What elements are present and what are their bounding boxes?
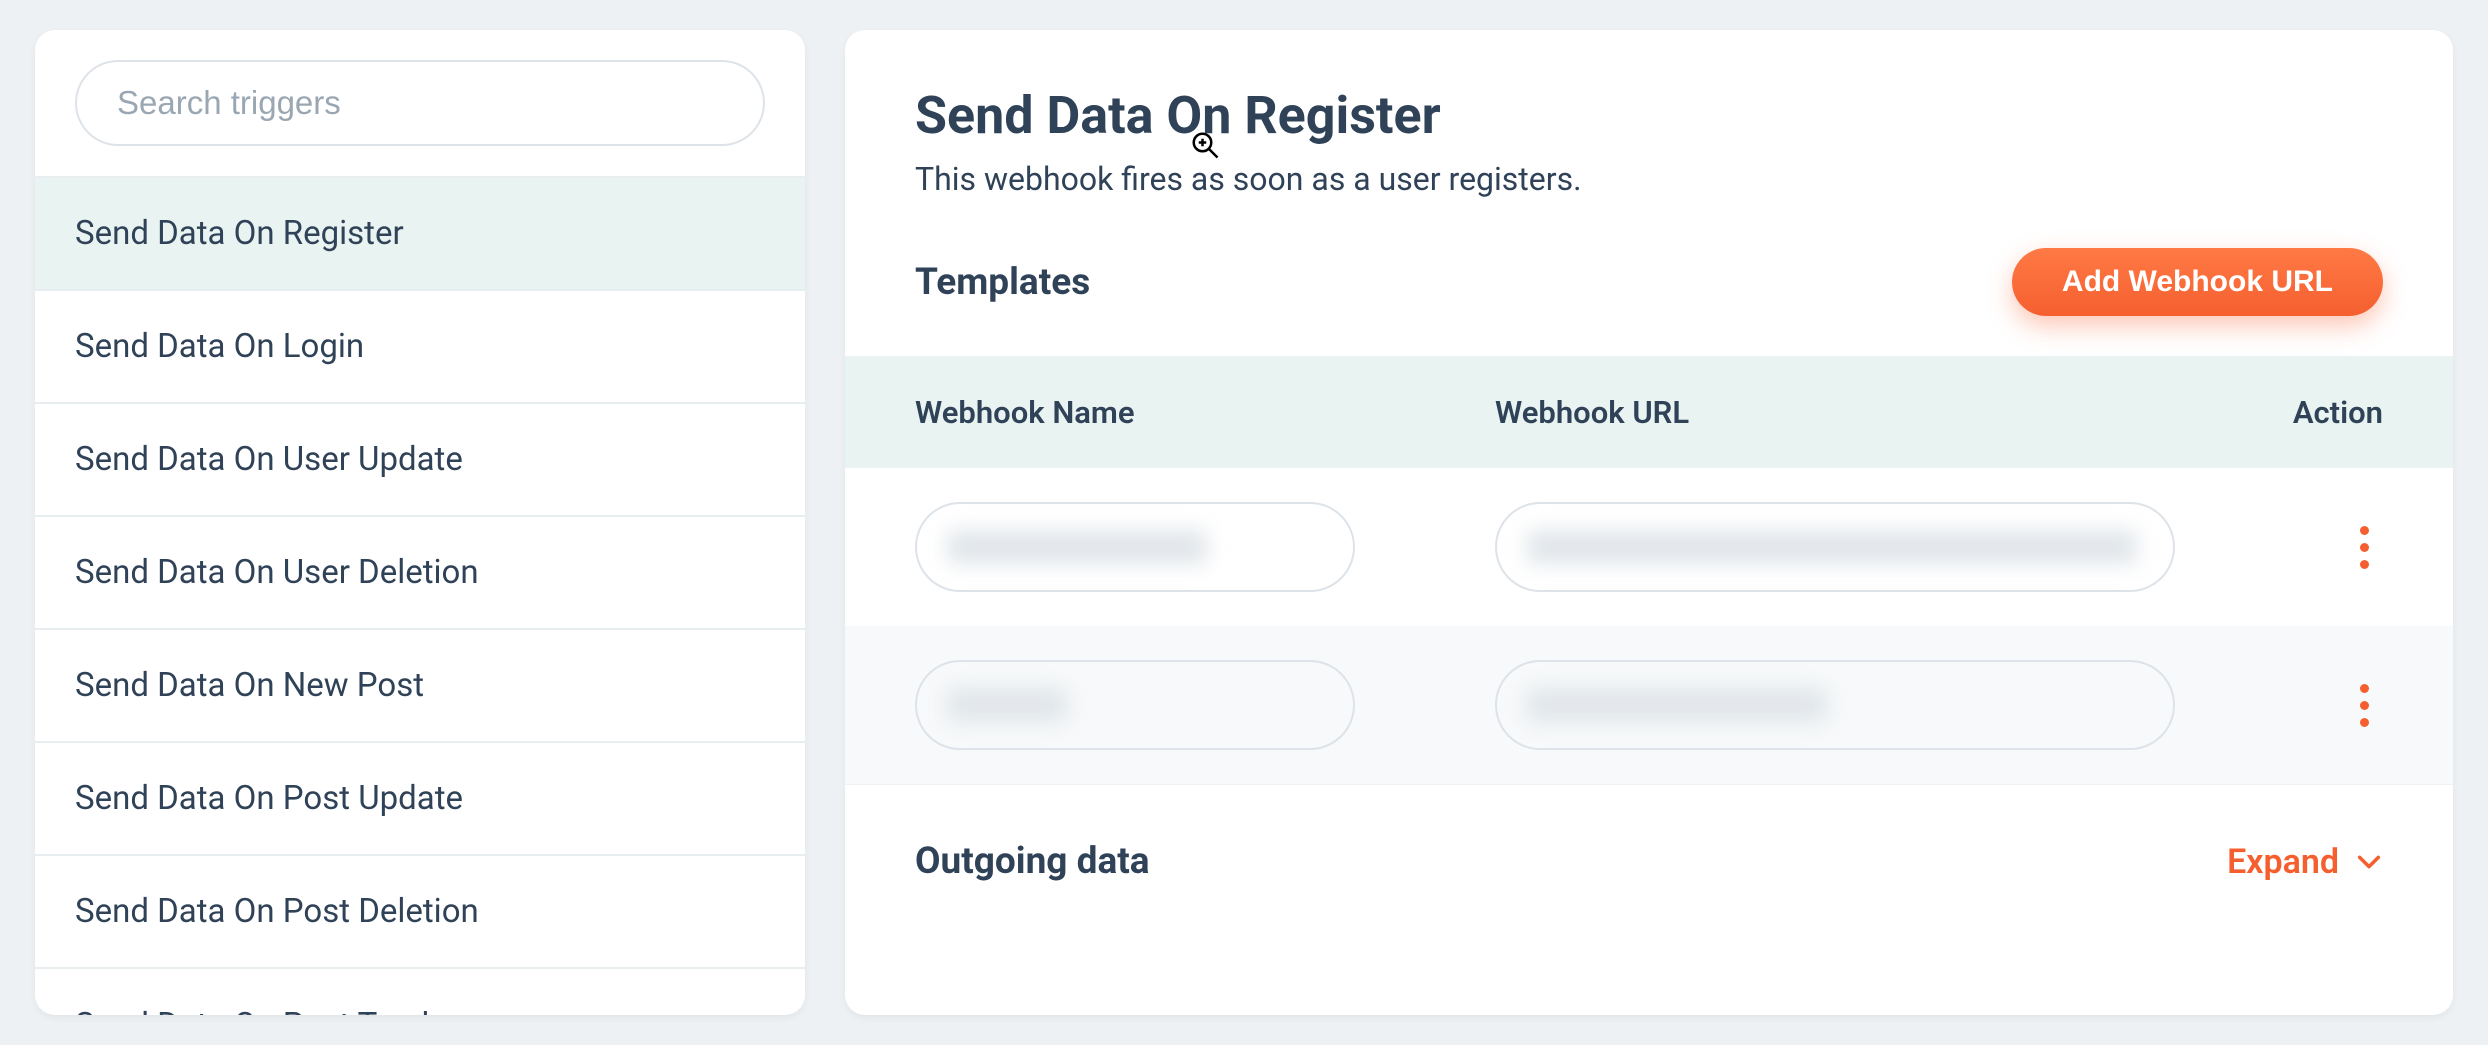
- trigger-item-post-trash[interactable]: Send Data On Post Trash: [35, 969, 805, 1015]
- trigger-label: Send Data On Post Deletion: [75, 892, 479, 931]
- trigger-item-register[interactable]: Send Data On Register: [35, 178, 805, 291]
- trigger-label: Send Data On User Update: [75, 440, 463, 479]
- chevron-down-icon: [2355, 848, 2383, 876]
- webhook-url-input[interactable]: [1495, 660, 2175, 750]
- row-actions-menu[interactable]: [2350, 674, 2379, 737]
- expand-button[interactable]: Expand: [2227, 842, 2383, 882]
- add-webhook-button[interactable]: Add Webhook URL: [2012, 248, 2383, 316]
- expand-label: Expand: [2227, 842, 2339, 882]
- page-title: Send Data On Register: [915, 85, 2383, 146]
- dots-icon: [2360, 543, 2369, 552]
- cell-action: [2223, 674, 2383, 737]
- trigger-label: Send Data On Register: [75, 214, 404, 253]
- cell-url: [1495, 660, 2223, 750]
- dots-icon: [2360, 526, 2369, 535]
- dots-icon: [2360, 701, 2369, 710]
- outgoing-data-label: Outgoing data: [915, 840, 1150, 883]
- main-panel: Send Data On Register This webhook fires…: [845, 30, 2453, 1015]
- col-header-name: Webhook Name: [915, 394, 1495, 431]
- trigger-list: Send Data On Register Send Data On Login…: [35, 176, 805, 1015]
- blurred-text: [1527, 688, 1827, 722]
- webhook-name-input[interactable]: [915, 502, 1355, 592]
- outgoing-data-section: Outgoing data Expand: [845, 784, 2453, 923]
- trigger-label: Send Data On Post Trash: [75, 1006, 440, 1015]
- trigger-item-login[interactable]: Send Data On Login: [35, 291, 805, 404]
- search-input[interactable]: [75, 60, 765, 146]
- trigger-label: Send Data On Login: [75, 327, 364, 366]
- trigger-item-post-update[interactable]: Send Data On Post Update: [35, 743, 805, 856]
- sidebar: Send Data On Register Send Data On Login…: [35, 30, 805, 1015]
- trigger-item-user-deletion[interactable]: Send Data On User Deletion: [35, 517, 805, 630]
- blurred-text: [1527, 530, 2137, 564]
- trigger-label: Send Data On Post Update: [75, 779, 463, 818]
- table-row: [845, 468, 2453, 626]
- trigger-label: Send Data On User Deletion: [75, 553, 479, 592]
- trigger-item-user-update[interactable]: Send Data On User Update: [35, 404, 805, 517]
- col-header-action: Action: [2223, 394, 2383, 431]
- cell-name: [915, 660, 1495, 750]
- cell-url: [1495, 502, 2223, 592]
- main-header: Send Data On Register This webhook fires…: [845, 30, 2453, 228]
- templates-bar: Templates Add Webhook URL: [845, 228, 2453, 356]
- webhook-name-input[interactable]: [915, 660, 1355, 750]
- dots-icon: [2360, 684, 2369, 693]
- table-header: Webhook Name Webhook URL Action: [845, 356, 2453, 468]
- trigger-label: Send Data On New Post: [75, 666, 424, 705]
- dots-icon: [2360, 718, 2369, 727]
- trigger-item-new-post[interactable]: Send Data On New Post: [35, 630, 805, 743]
- col-header-url: Webhook URL: [1495, 394, 2223, 431]
- cell-name: [915, 502, 1495, 592]
- table-row: [845, 626, 2453, 784]
- search-wrap: [35, 30, 805, 176]
- cell-action: [2223, 516, 2383, 579]
- blurred-text: [947, 530, 1207, 564]
- webhook-url-input[interactable]: [1495, 502, 2175, 592]
- blurred-text: [947, 688, 1067, 722]
- templates-label: Templates: [915, 261, 1090, 304]
- dots-icon: [2360, 560, 2369, 569]
- trigger-item-post-deletion[interactable]: Send Data On Post Deletion: [35, 856, 805, 969]
- page-description: This webhook fires as soon as a user reg…: [915, 160, 2383, 198]
- row-actions-menu[interactable]: [2350, 516, 2379, 579]
